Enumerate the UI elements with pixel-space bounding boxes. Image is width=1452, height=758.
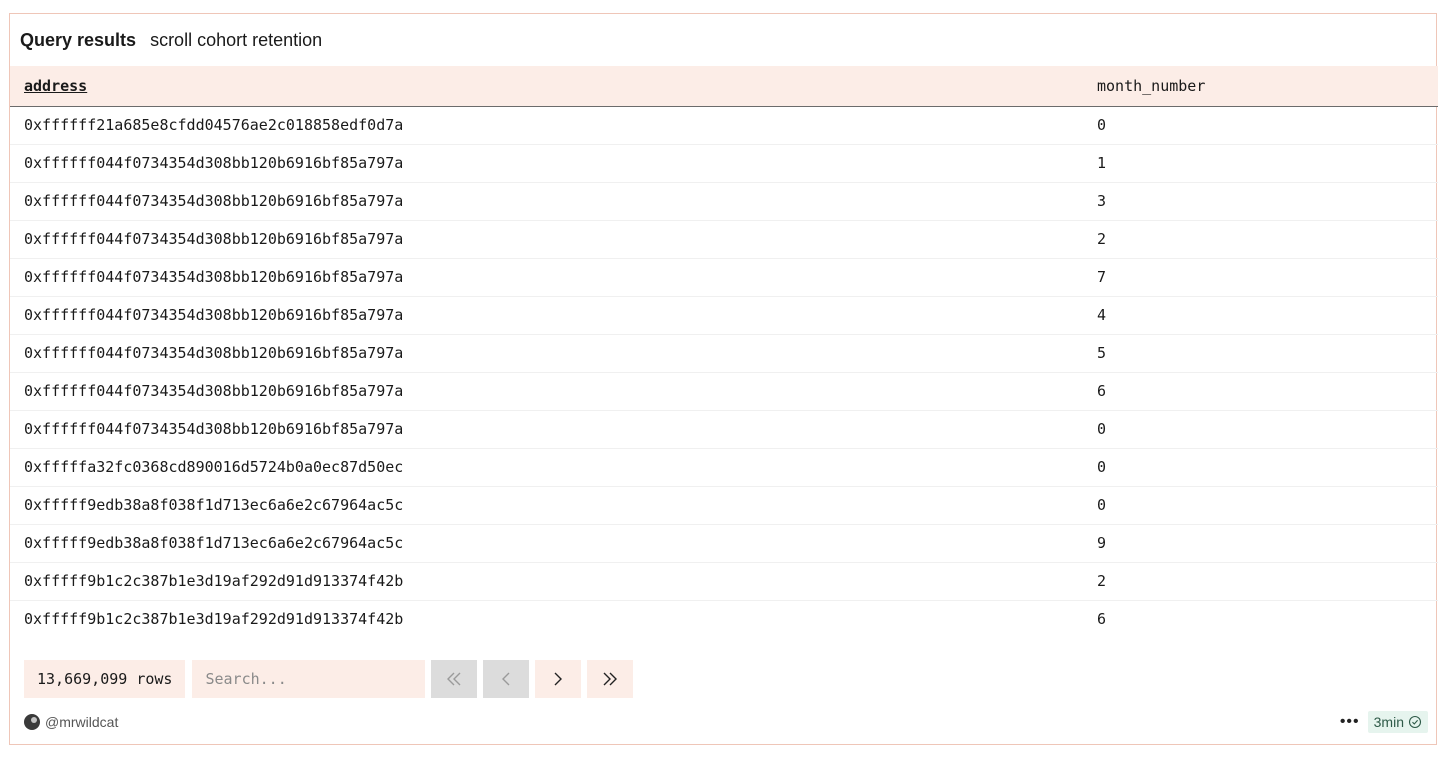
month-number-cell: 6	[1097, 382, 1107, 400]
address-cell: 0xffffff044f0734354d308bb120b6916bf85a79…	[24, 382, 404, 400]
check-circle-icon	[1408, 715, 1422, 729]
address-cell: 0xffffff044f0734354d308bb120b6916bf85a79…	[24, 306, 404, 324]
address-cell: 0xffffff044f0734354d308bb120b6916bf85a79…	[24, 268, 404, 286]
table-header-row: address month_number	[10, 66, 1438, 106]
column-header-label: address	[24, 76, 88, 95]
row-count: 13,669,099 rows	[24, 660, 186, 698]
table-row[interactable]: 0xffffff044f0734354d308bb120b6916bf85a79…	[10, 144, 1438, 182]
chevron-left-icon	[502, 672, 510, 686]
table-row[interactable]: 0xffffff044f0734354d308bb120b6916bf85a79…	[10, 296, 1438, 334]
address-cell: 0xfffff9edb38a8f038f1d713ec6a6e2c67964ac…	[24, 534, 404, 552]
query-name: scroll cohort retention	[150, 29, 323, 50]
address-cell: 0xffffff044f0734354d308bb120b6916bf85a79…	[24, 420, 404, 438]
double-chevron-left-icon	[447, 672, 461, 686]
month-number-cell: 7	[1097, 268, 1107, 286]
column-header-address[interactable]: address	[10, 66, 1083, 106]
table-row[interactable]: 0xfffff9b1c2c387b1e3d19af292d91d913374f4…	[10, 562, 1438, 600]
more-icon[interactable]: •••	[1340, 714, 1360, 730]
double-chevron-right-icon	[603, 672, 618, 686]
address-cell: 0xffffff044f0734354d308bb120b6916bf85a79…	[24, 230, 404, 248]
freshness-label: 3min	[1373, 714, 1404, 730]
month-number-cell: 0	[1097, 420, 1107, 438]
table-row[interactable]: 0xffffff21a685e8cfdd04576ae2c018858edf0d…	[10, 106, 1438, 144]
query-results-card: Query results scroll cohort retention ad…	[9, 13, 1438, 745]
month-number-cell: 3	[1097, 192, 1107, 210]
address-cell: 0xfffff9b1c2c387b1e3d19af292d91d913374f4…	[24, 572, 404, 590]
table-row[interactable]: 0xffffff044f0734354d308bb120b6916bf85a79…	[10, 372, 1438, 410]
month-number-cell: 1	[1097, 154, 1107, 172]
column-header-label: month_number	[1097, 76, 1206, 95]
next-page-button[interactable]	[535, 660, 582, 698]
table-row[interactable]: 0xffffff044f0734354d308bb120b6916bf85a79…	[10, 410, 1438, 448]
address-cell: 0xffffff21a685e8cfdd04576ae2c018858edf0d…	[24, 116, 404, 134]
address-cell: 0xffffff044f0734354d308bb120b6916bf85a79…	[24, 344, 404, 362]
table-row[interactable]: 0xfffff9edb38a8f038f1d713ec6a6e2c67964ac…	[10, 524, 1438, 562]
table-body: 0xffffff21a685e8cfdd04576ae2c018858edf0d…	[10, 106, 1438, 638]
results-footer: @mrwildcat ••• 3min	[24, 711, 1428, 733]
address-cell: 0xfffffa32fc0368cd890016d5724b0a0ec87d50…	[24, 458, 404, 476]
column-header-month-number[interactable]: month_number	[1083, 66, 1438, 106]
chevron-right-icon	[554, 672, 563, 686]
month-number-cell: 0	[1097, 116, 1107, 134]
results-table: address month_number 0xffffff21a685e8cfd…	[10, 66, 1438, 638]
month-number-cell: 0	[1097, 458, 1107, 476]
results-header: Query results scroll cohort retention	[10, 14, 1436, 66]
table-row[interactable]: 0xffffff044f0734354d308bb120b6916bf85a79…	[10, 334, 1438, 372]
address-cell: 0xfffff9edb38a8f038f1d713ec6a6e2c67964ac…	[24, 496, 404, 514]
table-row[interactable]: 0xfffff9b1c2c387b1e3d19af292d91d913374f4…	[10, 600, 1438, 638]
pagination-bar: 13,669,099 rows	[24, 660, 634, 698]
search-input[interactable]	[192, 660, 426, 698]
month-number-cell: 4	[1097, 306, 1107, 324]
address-cell: 0xfffff9b1c2c387b1e3d19af292d91d913374f4…	[24, 610, 404, 629]
results-title: Query results	[20, 29, 137, 50]
address-cell: 0xffffff044f0734354d308bb120b6916bf85a79…	[24, 192, 404, 210]
month-number-cell: 5	[1097, 344, 1107, 362]
first-page-button[interactable]	[431, 660, 478, 698]
address-cell: 0xffffff044f0734354d308bb120b6916bf85a79…	[24, 154, 404, 172]
month-number-cell: 9	[1097, 534, 1107, 552]
table-row[interactable]: 0xffffff044f0734354d308bb120b6916bf85a79…	[10, 182, 1438, 220]
month-number-cell: 2	[1097, 230, 1107, 248]
freshness-badge[interactable]: 3min	[1367, 711, 1428, 733]
table-row[interactable]: 0xfffff9edb38a8f038f1d713ec6a6e2c67964ac…	[10, 486, 1438, 524]
last-page-button[interactable]	[587, 660, 634, 698]
month-number-cell: 0	[1097, 496, 1107, 514]
table-row[interactable]: 0xffffff044f0734354d308bb120b6916bf85a79…	[10, 220, 1438, 258]
month-number-cell: 6	[1097, 610, 1107, 629]
month-number-cell: 2	[1097, 572, 1107, 590]
avatar[interactable]	[24, 714, 40, 730]
table-row[interactable]: 0xffffff044f0734354d308bb120b6916bf85a79…	[10, 258, 1438, 296]
author-link[interactable]: @mrwildcat	[45, 714, 118, 730]
table-row[interactable]: 0xfffffa32fc0368cd890016d5724b0a0ec87d50…	[10, 448, 1438, 486]
previous-page-button[interactable]	[483, 660, 530, 698]
